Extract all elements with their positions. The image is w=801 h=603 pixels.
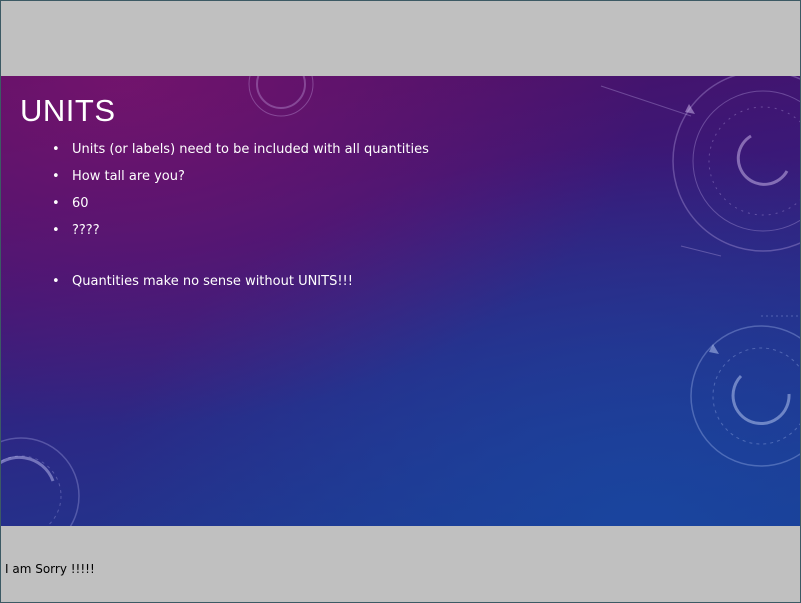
bullet-item: 60 xyxy=(51,194,429,221)
slide-viewer: UNITS Units (or labels) need to be inclu… xyxy=(0,0,801,603)
slide-title: UNITS xyxy=(20,93,116,128)
bullet-item: Quantities make no sense without UNITS!!… xyxy=(51,272,429,299)
bullet-item: Units (or labels) need to be included wi… xyxy=(51,140,429,167)
circular-hud-graphic xyxy=(248,76,314,117)
bullet-item: How tall are you? xyxy=(51,167,429,194)
circular-hud-graphic xyxy=(690,315,800,467)
bullet-item: ???? xyxy=(51,221,429,248)
slide: UNITS Units (or labels) need to be inclu… xyxy=(1,76,800,526)
footer-note: I am Sorry !!!!! xyxy=(5,562,95,576)
circular-hud-graphic xyxy=(600,76,800,257)
circular-hud-graphic xyxy=(1,437,80,526)
bullet-list: Units (or labels) need to be included wi… xyxy=(51,140,429,299)
